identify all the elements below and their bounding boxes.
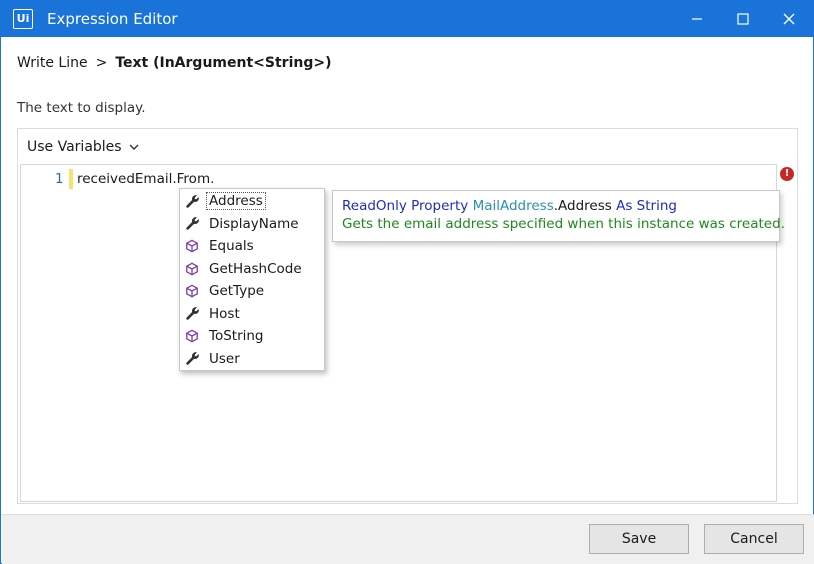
tooltip-signature: ReadOnly Property MailAddress.Address As…	[342, 197, 770, 215]
tooltip-return-type: As String	[616, 198, 677, 214]
completion-label: DisplayName	[209, 215, 299, 232]
use-variables-dropdown[interactable]: Use Variables	[27, 139, 139, 155]
wrench-icon	[184, 216, 200, 232]
editor-panel: Use Variables 1 receivedEmail.From.	[17, 128, 798, 504]
close-icon	[783, 13, 795, 25]
member-tooltip: ReadOnly Property MailAddress.Address As…	[332, 190, 785, 242]
tooltip-member: .Address	[553, 198, 612, 214]
completion-item-equals[interactable]: Equals	[180, 235, 324, 258]
tooltip-doc: Gets the email address specified when th…	[342, 216, 785, 232]
error-icon[interactable]: !	[780, 167, 794, 181]
completion-item-tostring[interactable]: ToString	[180, 325, 324, 348]
completion-label: GetType	[209, 283, 265, 300]
maximize-icon	[737, 13, 749, 25]
use-variables-label: Use Variables	[27, 139, 122, 155]
tooltip-type: MailAddress	[472, 198, 554, 214]
uipath-logo-icon: Ui	[13, 9, 33, 29]
code-line[interactable]: receivedEmail.From.	[77, 171, 214, 187]
breadcrumb-parent: Write Line	[17, 55, 88, 71]
save-button[interactable]: Save	[589, 524, 689, 554]
maximize-button[interactable]	[720, 1, 766, 37]
window-title: Expression Editor	[47, 10, 178, 28]
completion-label: Equals	[209, 238, 254, 255]
completion-item-user[interactable]: User	[180, 348, 324, 371]
line-number: 1	[55, 171, 64, 187]
wrench-icon	[184, 306, 200, 322]
minimize-icon	[692, 18, 702, 20]
dialog-footer: Save Cancel	[2, 514, 814, 564]
cube-icon	[184, 261, 200, 277]
completion-label: Host	[209, 305, 240, 322]
cancel-button[interactable]: Cancel	[704, 524, 804, 554]
completion-item-displayname[interactable]: DisplayName	[180, 213, 324, 236]
line-change-marker	[69, 169, 73, 189]
completion-label: ToString	[209, 328, 264, 345]
cube-icon	[184, 238, 200, 254]
close-button[interactable]	[766, 1, 812, 37]
completion-label: Address	[206, 192, 266, 211]
breadcrumb: Write Line > Text (InArgument<String>)	[17, 55, 331, 71]
expression-editor-window: Ui Expression Editor Write Line > Text (In…	[0, 0, 814, 564]
completion-label: GetHashCode	[209, 260, 302, 277]
breadcrumb-current: Text (InArgument<String>)	[115, 55, 332, 71]
completion-label: User	[209, 350, 240, 367]
breadcrumb-separator: >	[95, 55, 108, 71]
wrench-icon	[184, 351, 200, 367]
intellisense-list[interactable]: Address DisplayName Equals GetHashCode G…	[179, 188, 325, 371]
completion-item-host[interactable]: Host	[180, 303, 324, 326]
tooltip-keyword: ReadOnly Property	[342, 198, 469, 214]
completion-item-address[interactable]: Address	[180, 190, 324, 213]
argument-description: The text to display.	[17, 100, 146, 116]
cube-icon	[184, 283, 200, 299]
completion-item-gettype[interactable]: GetType	[180, 280, 324, 303]
cube-icon	[184, 328, 200, 344]
completion-item-gethashcode[interactable]: GetHashCode	[180, 258, 324, 281]
wrench-icon	[184, 193, 200, 209]
minimize-button[interactable]	[674, 1, 720, 37]
title-bar[interactable]: Ui Expression Editor	[1, 1, 813, 37]
chevron-down-icon	[129, 144, 139, 150]
